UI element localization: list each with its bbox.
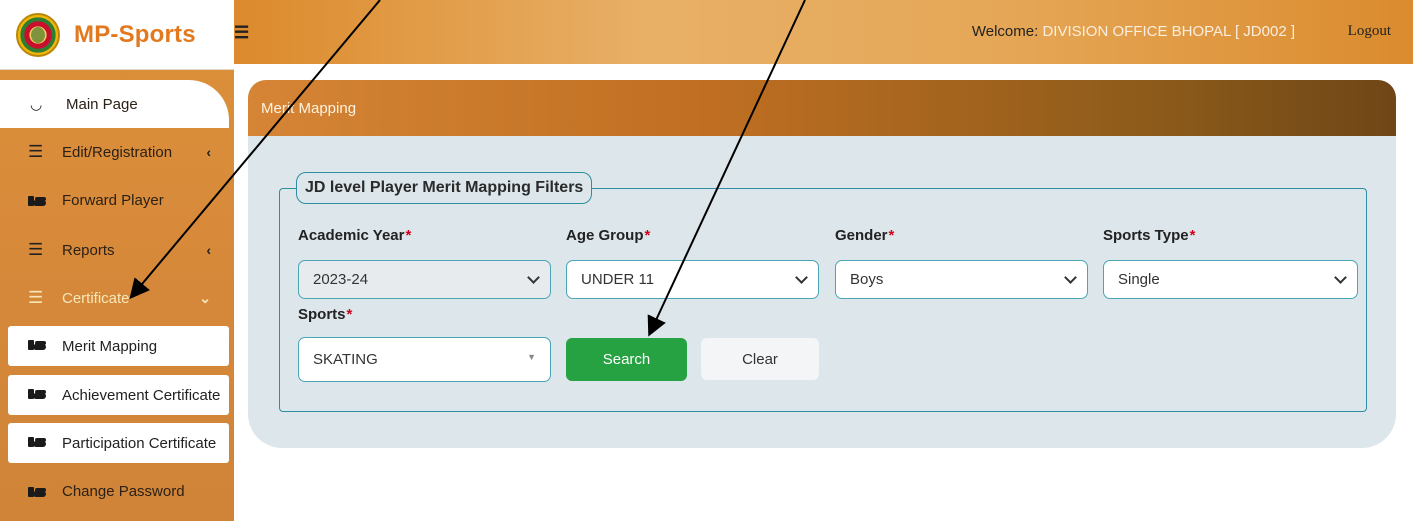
academic-year-select[interactable]: 2023-24 [298, 260, 551, 299]
sidebar-subitem-label: Participation Certificate [62, 434, 217, 452]
welcome-user: DIVISION OFFICE BHOPAL [ JD002 ] [1042, 23, 1295, 40]
sidebar-item-certificate[interactable]: ☰ Certificate ⌄ [0, 278, 229, 318]
required-mark: * [644, 227, 651, 244]
sidebar-item-label: Certificate [62, 289, 130, 307]
hand-point-icon [28, 435, 50, 452]
required-mark: * [1189, 227, 1196, 244]
chevron-down-icon: ⌄ [199, 289, 211, 306]
sidebar-item-change-password[interactable]: Change Password [0, 471, 229, 511]
academic-year-value: 2023-24 [313, 271, 369, 288]
clear-button[interactable]: Clear [701, 338, 819, 380]
sidebar-subitem-label: Merit Mapping [62, 337, 158, 355]
welcome-label: Welcome: [971, 23, 1043, 40]
sports-value: SKATING [313, 351, 378, 368]
sidebar-subitem-achievement-certificate[interactable]: Achievement Certificate [8, 375, 229, 415]
academic-year-label: Academic Year* [298, 227, 411, 244]
chevron-left-icon: ‹ [206, 144, 211, 160]
page-title: Merit Mapping [248, 80, 1396, 136]
age-group-select[interactable]: UNDER 11 [566, 260, 819, 299]
age-group-value: UNDER 11 [581, 271, 655, 288]
hand-point-icon [28, 485, 50, 498]
sports-label-text: Sports [298, 306, 346, 323]
age-group-label-text: Age Group [566, 227, 644, 244]
chevron-down-icon [1064, 271, 1077, 284]
sports-select[interactable]: SKATING ▼ [298, 337, 551, 382]
list-icon: ☰ [28, 240, 44, 259]
list-icon: ☰ [28, 142, 44, 161]
mp-sports-logo [16, 12, 60, 57]
sidebar-item-label: Main Page [66, 95, 138, 113]
hand-point-icon [28, 387, 50, 404]
gender-label: Gender* [835, 227, 894, 244]
list-icon: ☰ [28, 288, 44, 307]
required-mark: * [346, 306, 353, 323]
sidebar-item-forward-player[interactable]: Forward Player [0, 180, 229, 220]
brand-name: MP-Sports [74, 20, 196, 48]
sports-label: Sports* [298, 306, 352, 323]
hand-point-icon [28, 338, 50, 355]
sports-type-label: Sports Type* [1103, 227, 1195, 244]
logout-link[interactable]: Logout [1348, 23, 1391, 40]
sidebar-item-label: Forward Player [62, 191, 164, 209]
sidebar: MP-Sports ◡ Main Page ☰ Edit/Registratio… [0, 0, 234, 521]
dashboard-icon: ◡ [30, 95, 43, 112]
sidebar-subitem-label: Achievement Certificate [62, 386, 221, 404]
hamburger-icon[interactable]: ☰ [234, 23, 249, 43]
gender-value: Boys [850, 271, 884, 288]
topbar: ☰ Welcome: DIVISION OFFICE BHOPAL [ JD00… [234, 0, 1413, 64]
sidebar-subitem-participation-certificate[interactable]: Participation Certificate [8, 423, 229, 463]
sidebar-item-main-page[interactable]: ◡ Main Page [0, 80, 229, 128]
caret-down-icon: ▼ [527, 352, 536, 362]
chevron-down-icon [795, 271, 808, 284]
chevron-down-icon [1334, 271, 1347, 284]
brand[interactable]: MP-Sports [0, 0, 234, 70]
gender-label-text: Gender [835, 227, 888, 244]
sidebar-item-label: Reports [62, 241, 115, 259]
age-group-label: Age Group* [566, 227, 650, 244]
sidebar-item-reports[interactable]: ☰ Reports ‹ [0, 230, 229, 270]
required-mark: * [888, 227, 895, 244]
sidebar-subitem-merit-mapping[interactable]: Merit Mapping [8, 326, 229, 366]
sports-type-select[interactable]: Single [1103, 260, 1358, 299]
academic-year-label-text: Academic Year [298, 227, 405, 244]
chevron-left-icon: ‹ [206, 242, 211, 258]
search-button[interactable]: Search [566, 338, 687, 381]
filters-legend: JD level Player Merit Mapping Filters [296, 172, 593, 204]
welcome-text: Welcome: DIVISION OFFICE BHOPAL [ JD002 … [972, 23, 1295, 40]
required-mark: * [405, 227, 412, 244]
hand-point-icon [28, 194, 50, 207]
sidebar-item-edit-registration[interactable]: ☰ Edit/Registration ‹ [0, 132, 229, 172]
sports-type-value: Single [1118, 271, 1160, 288]
chevron-down-icon [527, 271, 540, 284]
sidebar-item-label: Edit/Registration [62, 143, 173, 161]
gender-select[interactable]: Boys [835, 260, 1088, 299]
sidebar-item-label: Change Password [62, 482, 185, 500]
sports-type-label-text: Sports Type [1103, 227, 1189, 244]
